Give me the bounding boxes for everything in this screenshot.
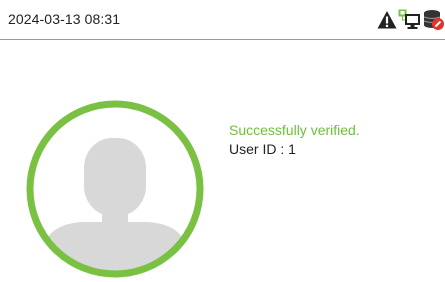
datetime-display: 2024-03-13 08:31 — [8, 11, 121, 27]
server-error-icon — [423, 9, 445, 31]
user-id-label: User ID — [229, 141, 277, 157]
user-id-value: 1 — [288, 141, 296, 157]
network-computer-icon — [398, 9, 422, 31]
warning-icon — [377, 10, 397, 30]
status-bar: 2024-03-13 08:31 — [0, 0, 445, 40]
user-id-line: User ID : 1 — [229, 141, 296, 157]
status-icons — [377, 8, 445, 32]
user-avatar — [22, 96, 208, 282]
user-id-separator: : — [276, 141, 289, 157]
verification-message: Successfully verified. — [229, 122, 360, 138]
